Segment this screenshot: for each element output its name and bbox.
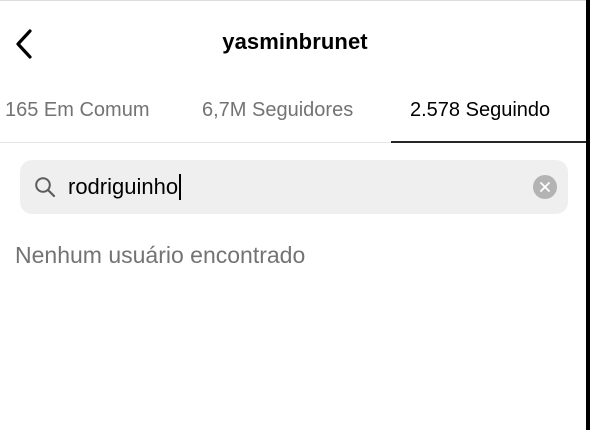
tab-seguidores[interactable]: 6,7M Seguidores <box>202 88 353 132</box>
clear-search-button[interactable] <box>533 175 557 199</box>
tab-em-comum[interactable]: 165 Em Comum <box>5 88 150 132</box>
empty-results-message: Nenhum usuário encontrado <box>15 242 306 268</box>
page-title: yasminbrunet <box>222 29 368 54</box>
search-field-value[interactable]: rodriguinho <box>68 173 182 201</box>
active-tab-indicator <box>391 141 586 143</box>
search-icon <box>35 177 56 198</box>
text-cursor <box>179 174 182 200</box>
tab-bar: 165 Em Comum 6,7M Seguidores 2.578 Segui… <box>0 88 586 143</box>
search-input[interactable]: rodriguinho <box>20 160 568 214</box>
following-screen: yasminbrunet 165 Em Comum 6,7M Seguidore… <box>0 0 586 430</box>
window-edge <box>586 0 590 430</box>
tab-seguindo[interactable]: 2.578 Seguindo <box>410 88 550 132</box>
header: yasminbrunet <box>0 0 586 88</box>
search-query-text: rodriguinho <box>68 174 179 199</box>
clear-icon <box>540 182 550 192</box>
